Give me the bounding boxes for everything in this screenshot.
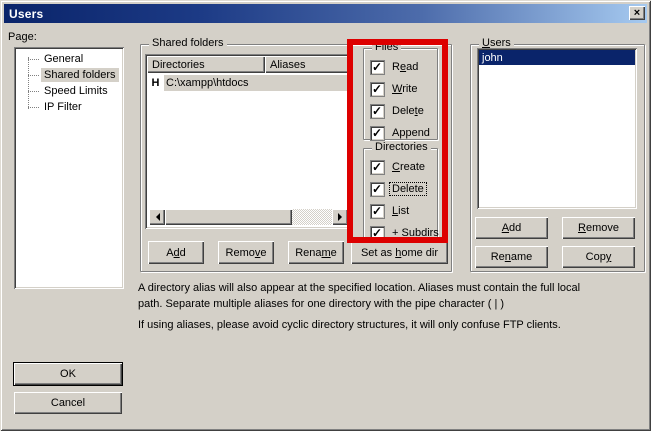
sidebar-item-label[interactable]: General bbox=[41, 52, 86, 66]
tree-branch-icon bbox=[28, 75, 39, 76]
button-label: Add bbox=[166, 247, 186, 259]
sidebar-item-label[interactable]: Speed Limits bbox=[41, 84, 111, 98]
checkbox-icon[interactable] bbox=[371, 205, 384, 218]
button-label: Rename bbox=[295, 247, 337, 259]
note-line: A directory alias will also appear at th… bbox=[138, 280, 643, 296]
checkbox-subdirs[interactable]: + Subdirs bbox=[371, 226, 441, 240]
ok-button[interactable]: OK bbox=[14, 363, 122, 385]
button-label: Remove bbox=[578, 222, 619, 234]
page-label: Page: bbox=[8, 31, 37, 43]
column-header-aliases[interactable]: Aliases bbox=[265, 56, 350, 73]
scrollbar-track[interactable] bbox=[292, 209, 332, 225]
table-row[interactable]: H C:\xampp\htdocs bbox=[147, 75, 350, 91]
cancel-button[interactable]: Cancel bbox=[14, 392, 122, 414]
sidebar-item-ip-filter[interactable]: IP Filter bbox=[14, 99, 124, 115]
checkbox-icon[interactable] bbox=[371, 61, 384, 74]
table-header: Directories Aliases bbox=[147, 56, 350, 73]
column-header-directories[interactable]: Directories bbox=[147, 56, 265, 73]
directories-table: Directories Aliases H C:\xampp\htdocs bbox=[145, 54, 352, 229]
note-line: path. Separate multiple aliases for one … bbox=[138, 296, 643, 312]
close-icon: × bbox=[634, 8, 640, 18]
home-flag: H bbox=[147, 77, 164, 89]
checkbox-read[interactable]: Read bbox=[371, 60, 432, 74]
sidebar-item-label[interactable]: IP Filter bbox=[41, 100, 85, 114]
checkbox-label[interactable]: Delete bbox=[390, 183, 426, 195]
checkbox-list[interactable]: List bbox=[371, 204, 441, 218]
checkbox-append[interactable]: Append bbox=[371, 126, 432, 140]
checkbox-delete-dirs[interactable]: Delete bbox=[371, 182, 441, 196]
rename-folder-button[interactable]: Rename bbox=[288, 241, 344, 264]
remove-folder-button[interactable]: Remove bbox=[218, 241, 274, 264]
tree-branch-icon bbox=[28, 91, 39, 92]
sidebar-item-label[interactable]: Shared folders bbox=[41, 68, 119, 82]
files-group-label: Files bbox=[372, 41, 401, 53]
checkbox-icon[interactable] bbox=[371, 227, 384, 240]
checkbox-label[interactable]: Read bbox=[390, 61, 420, 73]
page-list: General Shared folders Speed Limits IP F… bbox=[14, 47, 124, 289]
button-label: Remove bbox=[226, 247, 267, 259]
shared-folders-group-label: Shared folders bbox=[149, 37, 227, 49]
files-checkboxes: Read Write Delete Append bbox=[371, 60, 432, 140]
title-bar[interactable]: Users bbox=[4, 4, 647, 23]
checkbox-label[interactable]: + Subdirs bbox=[390, 227, 441, 239]
add-user-button[interactable]: Add bbox=[475, 217, 548, 239]
checkbox-icon[interactable] bbox=[371, 127, 384, 140]
scroll-right-button[interactable] bbox=[332, 209, 348, 225]
directory-cell[interactable]: C:\xampp\htdocs bbox=[164, 75, 350, 91]
button-label: Set as home dir bbox=[361, 247, 438, 259]
button-label: Add bbox=[502, 222, 522, 234]
button-label: OK bbox=[60, 368, 76, 380]
checkbox-label[interactable]: Delete bbox=[390, 105, 426, 117]
checkbox-label[interactable]: Append bbox=[390, 127, 432, 139]
checkbox-icon[interactable] bbox=[371, 161, 384, 174]
checkbox-icon[interactable] bbox=[371, 83, 384, 96]
alias-notes: A directory alias will also appear at th… bbox=[138, 280, 643, 333]
checkbox-delete-files[interactable]: Delete bbox=[371, 104, 432, 118]
button-label: Copy bbox=[586, 251, 612, 263]
add-folder-button[interactable]: Add bbox=[148, 241, 204, 264]
user-name: john bbox=[482, 52, 503, 64]
button-label: Cancel bbox=[51, 397, 85, 409]
checkbox-icon[interactable] bbox=[371, 105, 384, 118]
button-label: Rename bbox=[491, 251, 533, 263]
arrow-left-icon bbox=[152, 213, 160, 221]
checkbox-label[interactable]: Create bbox=[390, 161, 427, 173]
checkbox-write[interactable]: Write bbox=[371, 82, 432, 96]
remove-user-button[interactable]: Remove bbox=[562, 217, 635, 239]
tree-branch-icon bbox=[28, 107, 39, 108]
window-title: Users bbox=[9, 7, 43, 21]
copy-user-button[interactable]: Copy bbox=[562, 246, 635, 268]
sidebar-item-general[interactable]: General bbox=[14, 51, 124, 67]
checkbox-label[interactable]: Write bbox=[390, 83, 419, 95]
scrollbar-thumb[interactable] bbox=[165, 209, 292, 225]
directories-checkboxes: Create Delete List + Subdirs bbox=[371, 160, 441, 240]
users-list[interactable]: john bbox=[477, 48, 637, 209]
note-line: If using aliases, please avoid cyclic di… bbox=[138, 317, 643, 333]
sidebar-item-shared-folders[interactable]: Shared folders bbox=[14, 67, 124, 83]
directories-group-label: Directories bbox=[372, 141, 431, 153]
horizontal-scrollbar[interactable] bbox=[149, 209, 348, 225]
checkbox-label[interactable]: List bbox=[390, 205, 411, 217]
close-button[interactable]: × bbox=[629, 6, 645, 20]
arrow-right-icon bbox=[338, 213, 346, 221]
checkbox-create[interactable]: Create bbox=[371, 160, 441, 174]
scroll-left-button[interactable] bbox=[149, 209, 165, 225]
rename-user-button[interactable]: Rename bbox=[475, 246, 548, 268]
sidebar-item-speed-limits[interactable]: Speed Limits bbox=[14, 83, 124, 99]
set-as-home-dir-button[interactable]: Set as home dir bbox=[351, 241, 448, 264]
tree-branch-icon bbox=[28, 59, 39, 60]
list-item-user[interactable]: john bbox=[479, 50, 635, 65]
users-dialog: Users × Page: General Shared folders Spe… bbox=[0, 0, 651, 431]
checkbox-icon[interactable] bbox=[371, 183, 384, 196]
